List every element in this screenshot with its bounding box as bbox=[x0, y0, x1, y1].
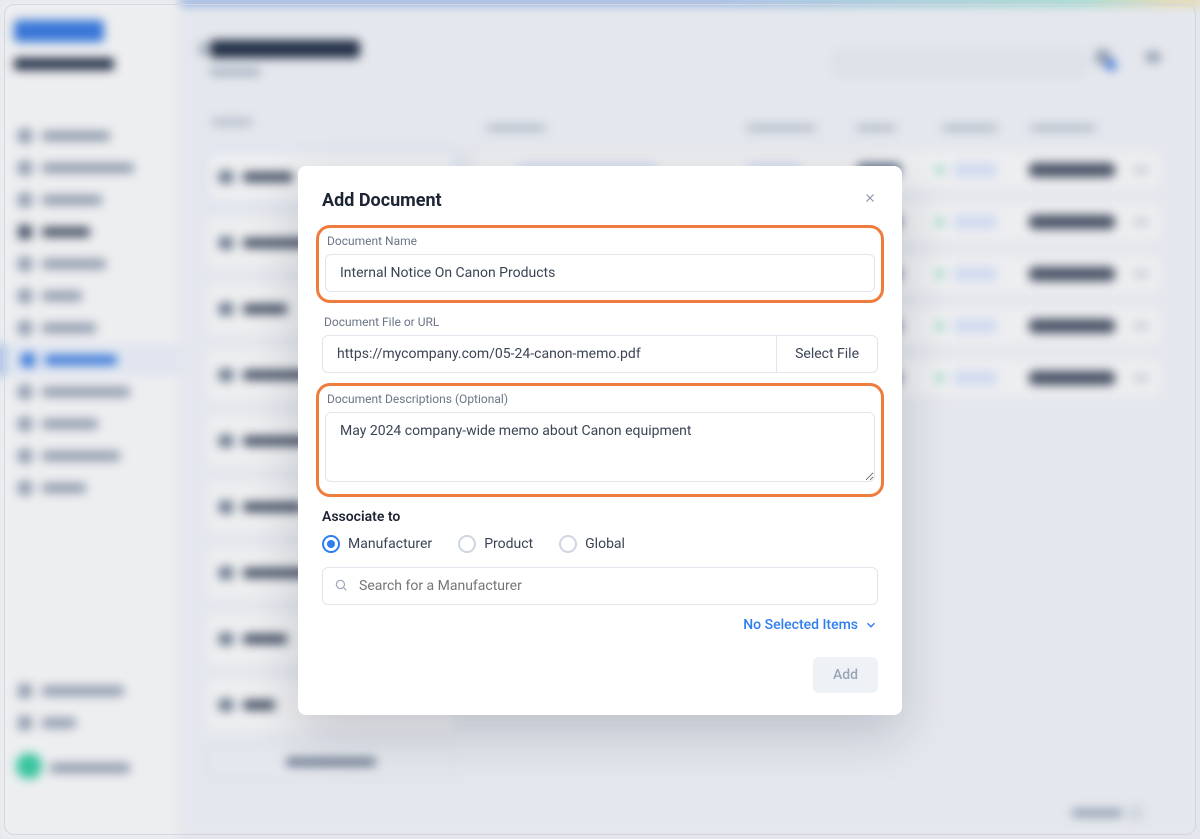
chevron-down-icon bbox=[864, 618, 878, 632]
document-name-highlight: Document Name bbox=[316, 225, 884, 303]
document-description-label: Document Descriptions (Optional) bbox=[325, 392, 875, 406]
document-file-input[interactable] bbox=[322, 335, 776, 373]
add-document-modal: Add Document Document Name Document File… bbox=[298, 166, 902, 715]
radio-icon bbox=[322, 535, 340, 553]
radio-global-label: Global bbox=[585, 536, 625, 552]
document-name-input[interactable] bbox=[325, 254, 875, 292]
radio-product-label: Product bbox=[484, 536, 533, 552]
document-name-label: Document Name bbox=[325, 234, 875, 248]
radio-manufacturer-label: Manufacturer bbox=[348, 536, 432, 552]
no-selected-items-label: No Selected Items bbox=[743, 617, 858, 633]
associate-search-wrap bbox=[322, 567, 878, 605]
document-description-highlight: Document Descriptions (Optional) bbox=[316, 383, 884, 497]
radio-product[interactable]: Product bbox=[458, 535, 533, 553]
radio-global[interactable]: Global bbox=[559, 535, 625, 553]
radio-icon bbox=[458, 535, 476, 553]
add-button[interactable]: Add bbox=[813, 657, 878, 693]
modal-title: Add Document bbox=[322, 190, 878, 211]
associate-radio-group: Manufacturer Product Global bbox=[322, 535, 878, 553]
modal-backdrop: Add Document Document Name Document File… bbox=[0, 0, 1200, 839]
document-file-label: Document File or URL bbox=[322, 315, 878, 329]
close-icon bbox=[863, 191, 877, 205]
search-icon bbox=[334, 578, 348, 592]
modal-footer: Add bbox=[322, 657, 878, 693]
document-description-input[interactable] bbox=[325, 412, 875, 482]
associate-to-label: Associate to bbox=[322, 509, 878, 525]
close-button[interactable] bbox=[860, 188, 880, 208]
document-file-field: Document File or URL Select File bbox=[322, 315, 878, 373]
select-file-button[interactable]: Select File bbox=[776, 335, 878, 373]
no-selected-items-toggle[interactable]: No Selected Items bbox=[322, 617, 878, 633]
associate-search-input[interactable] bbox=[322, 567, 878, 605]
radio-icon bbox=[559, 535, 577, 553]
radio-manufacturer[interactable]: Manufacturer bbox=[322, 535, 432, 553]
